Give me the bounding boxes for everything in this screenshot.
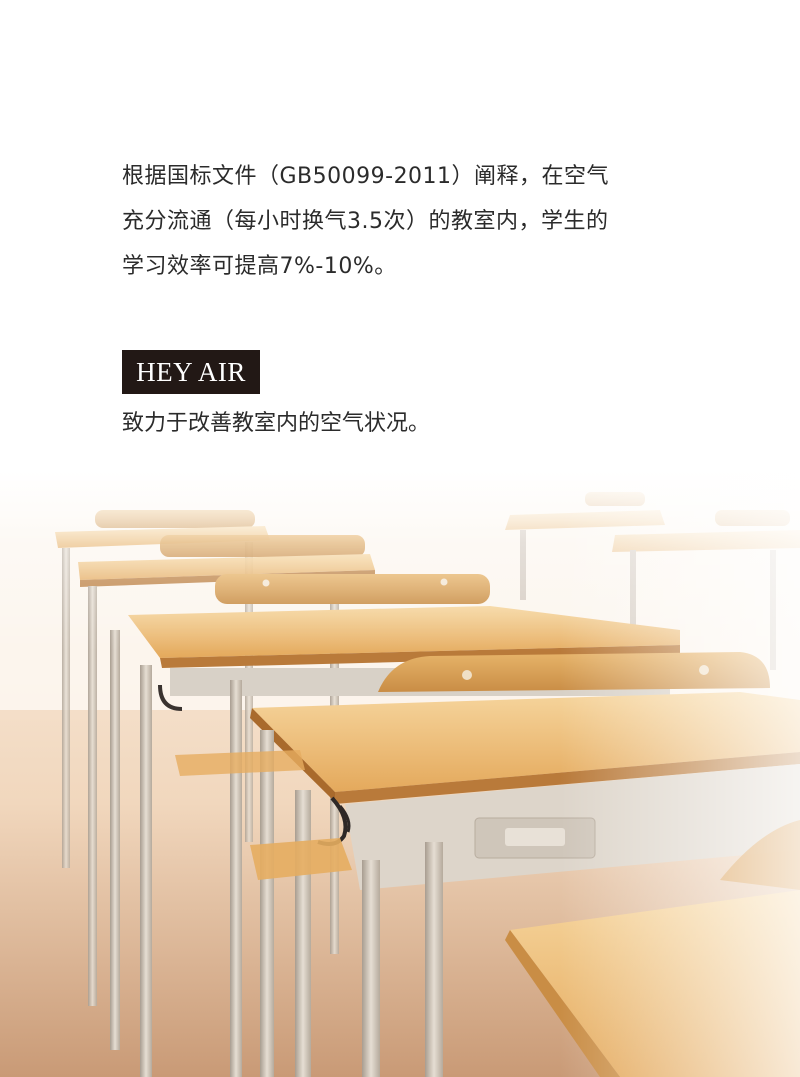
brand-badge: HEY AIR	[122, 350, 260, 394]
intro-paragraph: 根据国标文件（GB50099-2011）阐释，在空气 充分流通（每小时换气3.5…	[122, 154, 682, 289]
intro-line-3: 学习效率可提高7%-10%。	[122, 254, 397, 279]
intro-line-2: 充分流通（每小时换气3.5次）的教室内，学生的	[122, 209, 609, 234]
intro-line-1: 根据国标文件（GB50099-2011）阐释，在空气	[122, 164, 610, 189]
classroom-desks-photo	[0, 470, 800, 1077]
tagline: 致力于改善教室内的空气状况。	[122, 411, 431, 436]
